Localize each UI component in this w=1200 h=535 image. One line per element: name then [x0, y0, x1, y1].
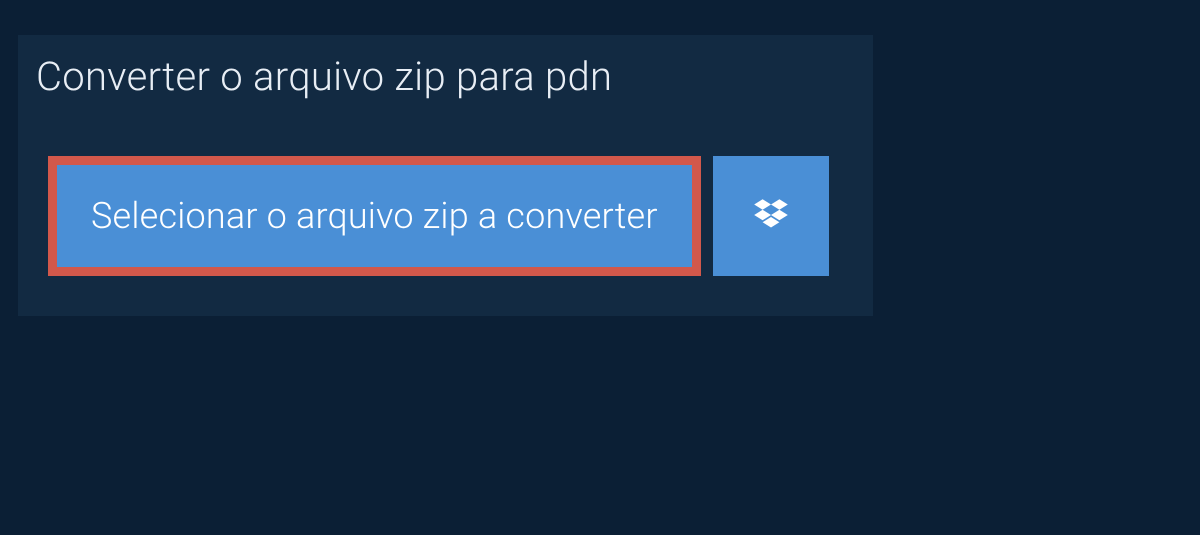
converter-card: Converter o arquivo zip para pdn Selecio…	[18, 35, 873, 316]
dropbox-icon	[750, 195, 792, 237]
select-file-button[interactable]: Selecionar o arquivo zip a converter	[48, 156, 701, 276]
dropbox-button[interactable]	[713, 156, 829, 276]
page-title: Converter o arquivo zip para pdn	[36, 53, 612, 100]
action-row: Selecionar o arquivo zip a converter	[18, 156, 873, 276]
tab-header: Converter o arquivo zip para pdn	[18, 35, 638, 122]
